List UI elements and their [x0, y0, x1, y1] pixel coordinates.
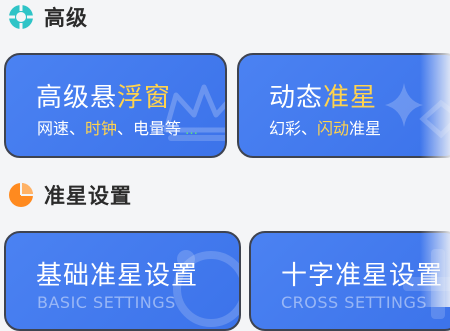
pie-chart-icon — [9, 183, 33, 207]
advanced-floating-window-card[interactable]: 高级悬浮窗 网速、时钟、电量等… — [4, 53, 227, 158]
section-title-crosshair-settings: 准星设置 — [44, 184, 132, 208]
section-header-advanced: 高级 — [8, 2, 88, 32]
card-title: 基础准星设置 — [36, 261, 199, 291]
card-title: 高级悬浮窗 — [36, 83, 172, 113]
card-title: 十字准星设置 — [281, 261, 444, 291]
card-subtitle: 幻彩、闪动准星 — [269, 119, 382, 138]
card-subtitle-en: CROSS SETTINGS — [281, 293, 428, 312]
sparkle-decoration-icon — [385, 83, 450, 139]
card-subtitle: 网速、时钟、电量等… — [37, 119, 199, 138]
section-header-crosshair-settings: 准星设置 — [8, 180, 132, 210]
dynamic-crosshair-card[interactable]: 动态准星 幻彩、闪动准星 — [237, 53, 450, 158]
basic-crosshair-settings-card[interactable]: 基础准星设置 BASIC SETTINGS — [4, 231, 241, 331]
card-title: 动态准星 — [269, 83, 378, 113]
section-title-advanced: 高级 — [44, 6, 88, 30]
card-subtitle-en: BASIC SETTINGS — [37, 293, 176, 312]
lifebuoy-icon — [9, 5, 33, 29]
cross-crosshair-settings-card[interactable]: 十字准星设置 CROSS SETTINGS — [249, 231, 450, 331]
